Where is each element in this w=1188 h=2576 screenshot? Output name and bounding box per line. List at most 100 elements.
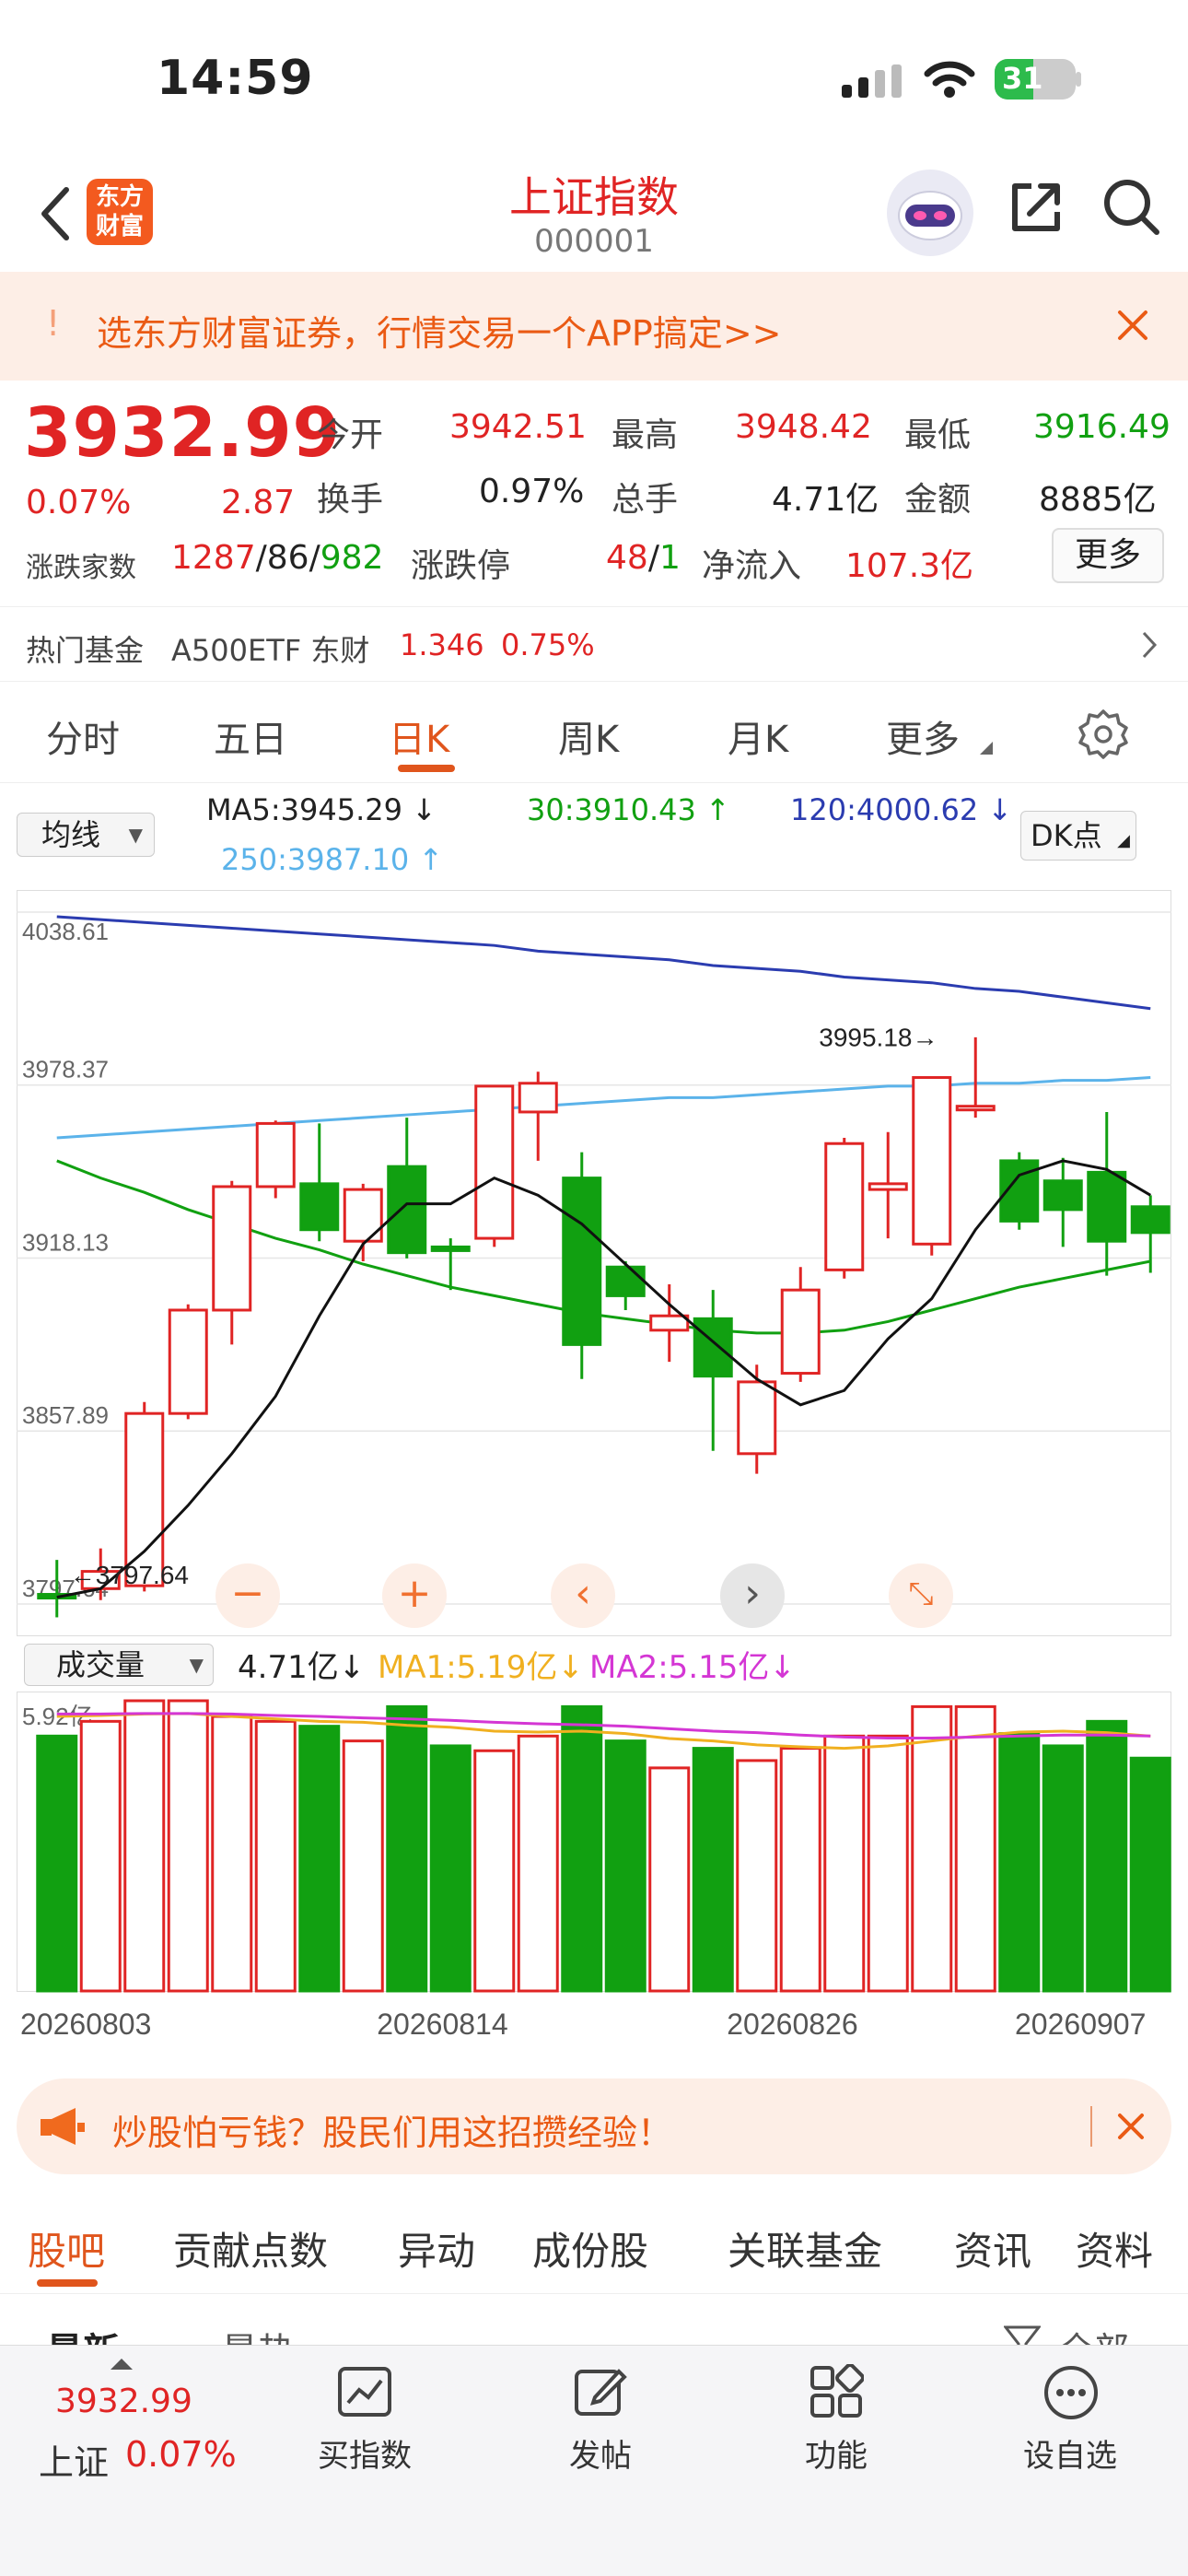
volume-bar xyxy=(79,1719,122,1993)
status-time: 14:59 xyxy=(157,51,314,106)
ma30-value: 30:3910.43 ↑ xyxy=(527,792,730,827)
tab-weekly-k[interactable]: 周K xyxy=(558,709,619,763)
volume-chart[interactable]: 5.92亿20260803 20260814 20260826 20260907 xyxy=(17,1692,1171,2060)
volume-bar xyxy=(36,1734,78,1993)
tab-news[interactable]: 资讯 xyxy=(954,2220,1031,2277)
tab-guba[interactable]: 股吧 xyxy=(28,2220,105,2277)
tab-intraday[interactable]: 分时 xyxy=(46,709,120,763)
candle-body xyxy=(430,1245,471,1252)
tab-contribution[interactable]: 贡献点数 xyxy=(173,2220,328,2277)
y-tick-label: 3857.89 xyxy=(22,1401,109,1429)
active-tab-indicator xyxy=(398,765,455,772)
candle-body xyxy=(1042,1179,1083,1212)
tab-constituents[interactable]: 成份股 xyxy=(532,2220,648,2277)
search-icon[interactable] xyxy=(1100,175,1164,240)
change-pct: 0.07% xyxy=(26,484,132,521)
volume-bar xyxy=(604,1739,646,1993)
dk-point-button[interactable]: DK点 ◢ xyxy=(1020,811,1136,861)
breadth-flat: 86 xyxy=(266,539,309,577)
tab-movement[interactable]: 异动 xyxy=(398,2220,475,2277)
volume-bar xyxy=(867,1734,909,1993)
limit-down: 1 xyxy=(658,539,681,577)
settings-gear-icon[interactable] xyxy=(1077,708,1129,759)
field-value: 3916.49 xyxy=(1033,408,1171,446)
volume-bar xyxy=(1129,1756,1171,1993)
tab-profile[interactable]: 资料 xyxy=(1076,2220,1153,2277)
robot-assistant-icon[interactable] xyxy=(887,170,973,256)
tab-5day[interactable]: 五日 xyxy=(214,709,287,763)
tab-related-funds[interactable]: 关联基金 xyxy=(728,2220,882,2277)
ma120-text: 120:4000.62 xyxy=(790,792,979,827)
bottom-bar: 3932.99 上证 0.07% 买指数 发帖 功能 设自选 xyxy=(0,2345,1188,2576)
caret-up-icon xyxy=(111,2357,133,2371)
ma5-value: MA5:3945.29 ↓ xyxy=(206,792,437,827)
chart-icon[interactable] xyxy=(337,2366,392,2418)
zoom-out-button[interactable]: − xyxy=(215,1563,280,1628)
volume-ma1: MA1:5.19亿↓ xyxy=(378,1649,584,1686)
volume-bar xyxy=(998,1732,1041,1993)
close-icon[interactable] xyxy=(1114,307,1151,344)
field-label: 最低 xyxy=(904,416,972,454)
more-button[interactable]: 更多 xyxy=(1052,528,1164,583)
tab-more[interactable]: 更多 xyxy=(886,709,960,763)
share-icon[interactable] xyxy=(1004,175,1068,240)
buy-index-button[interactable]: 买指数 xyxy=(273,2430,457,2476)
candle-body xyxy=(737,1380,777,1456)
volume-bar xyxy=(386,1704,428,1993)
index-price[interactable]: 3932.99 xyxy=(55,2383,192,2420)
volume-bar xyxy=(517,1734,559,1993)
ad-text[interactable]: 炒股怕亏钱？股民们用这招攒经验！ xyxy=(112,2104,672,2155)
inflow-label: 净流入 xyxy=(702,547,802,585)
volume-bar xyxy=(342,1739,384,1993)
change-abs: 2.87 xyxy=(221,484,296,521)
hot-fund-row[interactable]: 热门基金 A500ETF 东财 1.346 0.75% xyxy=(0,606,1188,682)
promo-banner[interactable]: ! 选东方财富证券，行情交易一个APP搞定>> xyxy=(0,272,1188,381)
volume-bar xyxy=(211,1715,253,1993)
volume-bar xyxy=(254,1719,297,1993)
candle-body xyxy=(1130,1205,1171,1235)
scroll-right-button[interactable]: › xyxy=(720,1563,785,1628)
add-watchlist-button[interactable]: 设自选 xyxy=(978,2430,1162,2476)
high-price-label: 3995.18→ xyxy=(819,1023,938,1051)
tab-monthly-k[interactable]: 月K xyxy=(728,709,788,763)
candle-body xyxy=(255,1121,296,1188)
quote-panel: 3932.99 0.07% 2.87 今开 3942.51 最高 3948.42… xyxy=(0,381,1188,606)
hot-fund-price: 1.346 xyxy=(400,627,484,662)
scroll-left-button[interactable]: ‹ xyxy=(551,1563,615,1628)
dk-point-label: DK点 xyxy=(1031,818,1102,853)
index-name[interactable]: 上证 xyxy=(39,2434,109,2485)
volume-bar xyxy=(692,1747,734,1993)
post-button[interactable]: 发帖 xyxy=(508,2430,693,2476)
close-icon[interactable] xyxy=(1114,2110,1147,2143)
candlestick-chart[interactable]: 4038.613978.373918.133857.893797.643995.… xyxy=(17,890,1171,1636)
index-pct[interactable]: 0.07% xyxy=(125,2434,237,2475)
grid-icon[interactable] xyxy=(809,2363,865,2419)
volume-bar xyxy=(911,1704,953,1993)
volume-bar xyxy=(298,1725,341,1993)
ad-banner[interactable]: 炒股怕亏钱？股民们用这招攒经验！ xyxy=(17,2078,1171,2174)
chevron-right-icon xyxy=(1138,629,1160,661)
ma-select[interactable]: 均线 ▼ xyxy=(17,813,155,857)
volume-bar xyxy=(648,1766,691,1993)
wifi-icon xyxy=(924,59,975,100)
zoom-in-button[interactable]: + xyxy=(382,1563,447,1628)
functions-button[interactable]: 功能 xyxy=(744,2430,928,2476)
field-label: 今开 xyxy=(317,416,384,454)
promo-text[interactable]: 选东方财富证券，行情交易一个APP搞定>> xyxy=(97,305,782,356)
ma-indicators: 均线 ▼ MA5:3945.29 ↓ 30:3910.43 ↑ 120:4000… xyxy=(0,790,1188,883)
volume-bar xyxy=(954,1704,996,1993)
volume-bar xyxy=(736,1759,778,1993)
y-tick-label: 3978.37 xyxy=(22,1056,109,1083)
volume-value: 4.71亿↓ xyxy=(238,1649,366,1686)
volume-select-label: 成交量 xyxy=(56,1647,146,1682)
volume-select[interactable]: 成交量 ▼ xyxy=(24,1644,214,1686)
edit-icon[interactable] xyxy=(573,2364,628,2419)
candle-body xyxy=(1087,1170,1127,1243)
tab-daily-k[interactable]: 日K xyxy=(389,709,449,763)
field-value: 4.71亿 xyxy=(772,481,879,519)
candle-body xyxy=(605,1265,646,1297)
candle-body xyxy=(824,1142,865,1271)
promo-exclaim-icon: ! xyxy=(46,303,61,344)
more-dots-icon[interactable] xyxy=(1042,2364,1100,2421)
fullscreen-button[interactable]: ⤡ xyxy=(889,1563,953,1628)
